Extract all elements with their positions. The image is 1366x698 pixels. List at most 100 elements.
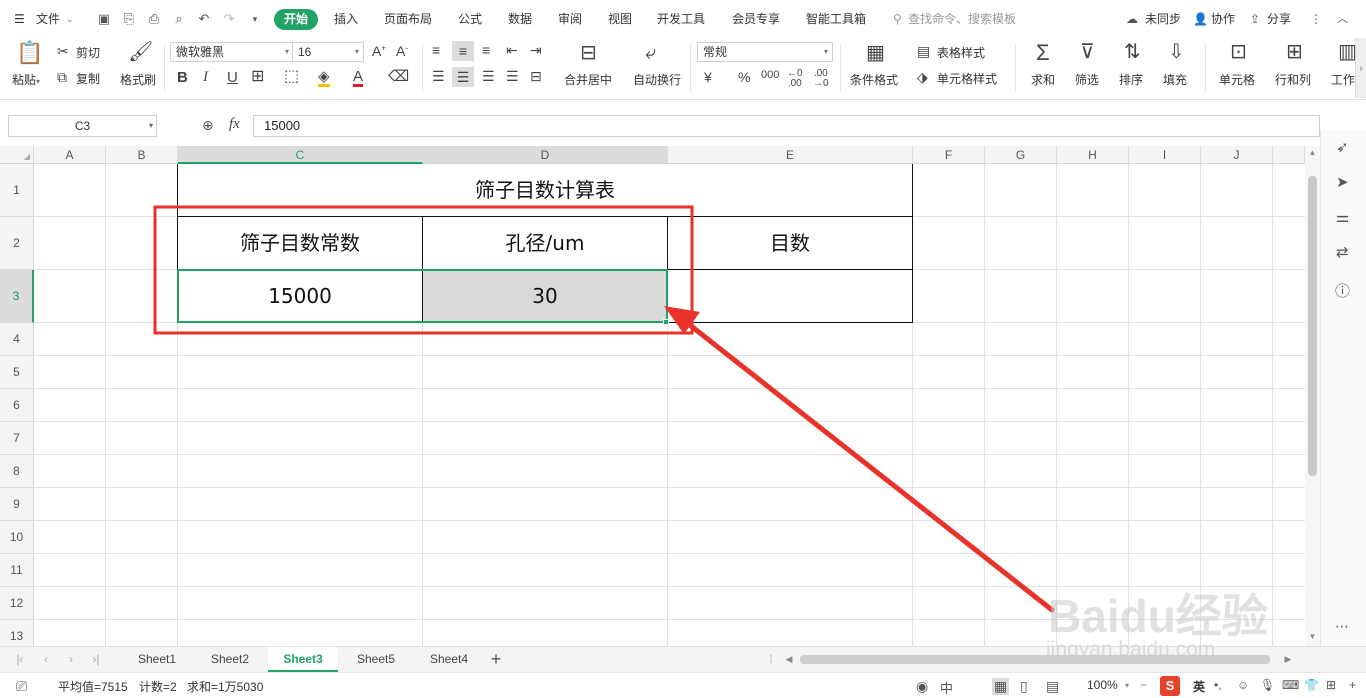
sheet-tab-2[interactable]: Sheet2 (195, 647, 265, 672)
vertical-scroll-thumb[interactable] (1308, 176, 1317, 476)
increase-font-icon[interactable]: A+ (372, 44, 386, 58)
font-name-select[interactable]: 微软雅黑 ▾ (170, 42, 294, 62)
scroll-left-icon[interactable]: ◀ (783, 647, 795, 672)
decrease-decimal-icon[interactable]: .00 →0 (813, 69, 829, 89)
search-icon[interactable]: ⚲ (893, 9, 902, 29)
redo-icon[interactable]: ↷ (221, 11, 237, 27)
increase-indent-icon[interactable]: ⇥ (530, 43, 542, 57)
sort-icon[interactable]: ⇅ (1124, 42, 1141, 62)
font-size-select[interactable]: 16 ▾ (292, 42, 364, 62)
align-top-icon[interactable]: ≡ (432, 43, 440, 57)
format-painter-button[interactable]: 格式刷 (120, 72, 156, 88)
print-preview-icon[interactable]: ⌕ (171, 11, 187, 27)
cells-button[interactable]: 单元格 (1219, 72, 1255, 88)
paste-button[interactable]: 粘贴 (12, 72, 36, 88)
row-header-1[interactable]: 1 (0, 164, 34, 217)
col-header-k[interactable] (1273, 146, 1305, 164)
merge-center-button[interactable]: 合并居中 (564, 72, 612, 88)
col-header-i[interactable]: I (1129, 146, 1201, 164)
eye-protection-icon[interactable]: ◉ (916, 678, 928, 695)
sheet-tab-1[interactable]: Sheet1 (122, 647, 192, 672)
table-title[interactable]: 筛子目数计算表 (178, 164, 912, 216)
cut-button[interactable]: 剪切 (76, 45, 100, 61)
conditional-format-button[interactable]: 条件格式 (850, 72, 898, 88)
paste-dropdown-icon[interactable]: ▾ (36, 74, 40, 90)
row-header-7[interactable]: 7 (0, 422, 34, 455)
chinese-input-icon[interactable]: 中 (940, 678, 953, 697)
increase-decimal-icon[interactable]: ←0.00 (787, 69, 803, 89)
cursor-icon[interactable]: ➤ (1336, 173, 1349, 191)
underline-icon[interactable]: U (227, 70, 238, 85)
align-left-icon[interactable]: ☰ (432, 69, 445, 83)
cell-c2[interactable]: 筛子目数常数 (178, 217, 422, 269)
ime-logo-icon[interactable]: S (1160, 676, 1180, 696)
col-header-a[interactable]: A (34, 146, 106, 164)
filter-button[interactable]: 筛选 (1075, 72, 1099, 88)
sheet-tab-3[interactable]: Sheet3 (268, 647, 338, 672)
cells-icon[interactable]: ⊡ (1230, 42, 1247, 62)
zoom-level[interactable]: 100% (1087, 678, 1118, 692)
align-bottom-icon[interactable]: ≡ (482, 43, 490, 57)
scissors-icon[interactable]: ✂ (57, 44, 69, 58)
scroll-right-icon[interactable]: ▶ (1282, 647, 1294, 672)
bold-icon[interactable]: B (177, 70, 188, 85)
fill-button[interactable]: 填充 (1163, 72, 1187, 88)
align-center-icon[interactable]: ☰ (452, 67, 474, 87)
col-header-e[interactable]: E (668, 146, 913, 164)
save-icon[interactable]: ▣ (96, 11, 112, 27)
col-header-b[interactable]: B (106, 146, 178, 164)
row-header-10[interactable]: 10 (0, 521, 34, 554)
row-header-2[interactable]: 2 (0, 217, 34, 270)
normal-view-icon[interactable]: ▦ (992, 678, 1010, 695)
emoji-icon[interactable]: ☺ (1237, 678, 1249, 692)
microphone-icon[interactable]: 🎙 (1260, 678, 1275, 692)
chevron-down-icon[interactable]: ⌄ (66, 9, 74, 29)
print-icon[interactable]: ⎙ (146, 11, 162, 27)
toolbox-icon[interactable]: ⊞ (1326, 678, 1336, 692)
tab-formulas[interactable]: 公式 (458, 9, 482, 29)
cell-e3[interactable] (668, 270, 912, 322)
row-header-5[interactable]: 5 (0, 356, 34, 389)
wrap-text-button[interactable]: 自动换行 (633, 72, 681, 88)
rows-cols-button[interactable]: 行和列 (1275, 72, 1311, 88)
sum-icon[interactable]: Σ (1036, 42, 1050, 64)
hamburger-icon[interactable]: ☰ (14, 9, 25, 29)
col-header-j[interactable]: J (1201, 146, 1273, 164)
select-all-corner[interactable]: ◢ (0, 146, 34, 164)
page-layout-view-icon[interactable]: ▯ (1020, 678, 1028, 695)
copy-icon[interactable]: ⧉ (57, 70, 67, 84)
row-header-11[interactable]: 11 (0, 554, 34, 587)
fx-button[interactable]: fx (229, 116, 240, 133)
tab-home[interactable]: 开始 (274, 9, 318, 30)
percent-icon[interactable]: % (738, 70, 750, 84)
row-header-9[interactable]: 9 (0, 488, 34, 521)
fill-color-icon[interactable]: ◈ (318, 69, 330, 87)
file-menu[interactable]: 文件 (36, 9, 60, 29)
export-icon[interactable]: ⎘ (121, 11, 137, 27)
tab-view[interactable]: 视图 (608, 9, 632, 29)
prev-sheet-icon[interactable]: ‹ (38, 647, 54, 672)
tab-page-layout[interactable]: 页面布局 (384, 9, 432, 29)
skin-icon[interactable]: 👕 (1304, 678, 1319, 692)
sum-button[interactable]: 求和 (1031, 72, 1055, 88)
help-icon[interactable]: ⓘ (1335, 280, 1350, 301)
clear-format-icon[interactable]: ⌫ (388, 69, 409, 84)
cell-style-button[interactable]: 单元格样式 (937, 71, 997, 87)
keyboard-icon[interactable]: ⌨ (1282, 678, 1299, 692)
row-header-8[interactable]: 8 (0, 455, 34, 488)
zoom-search-icon[interactable]: ⊕ (202, 117, 214, 134)
sheet-tab-4[interactable]: Sheet4 (414, 647, 484, 672)
more-icon[interactable]: ⋮ (1310, 9, 1322, 29)
conditional-format-icon[interactable]: ▦ (866, 43, 885, 63)
cell-style-icon[interactable]: ⬗ (917, 70, 928, 84)
tab-developer[interactable]: 开发工具 (657, 9, 705, 29)
more-dots-icon[interactable]: ⋯ (1335, 618, 1349, 635)
tab-splitter[interactable]: ⁞ (766, 647, 776, 672)
align-right-icon[interactable]: ☰ (482, 69, 495, 83)
command-search-input[interactable]: 查找命令、搜索模板 (908, 9, 1016, 29)
tab-member[interactable]: 会员专享 (732, 9, 780, 29)
copy-button[interactable]: 复制 (76, 71, 100, 87)
collaborate-button[interactable]: 协作 (1211, 9, 1235, 29)
row-header-13[interactable]: 13 (0, 620, 34, 646)
fill-icon[interactable]: ⇩ (1168, 42, 1185, 62)
